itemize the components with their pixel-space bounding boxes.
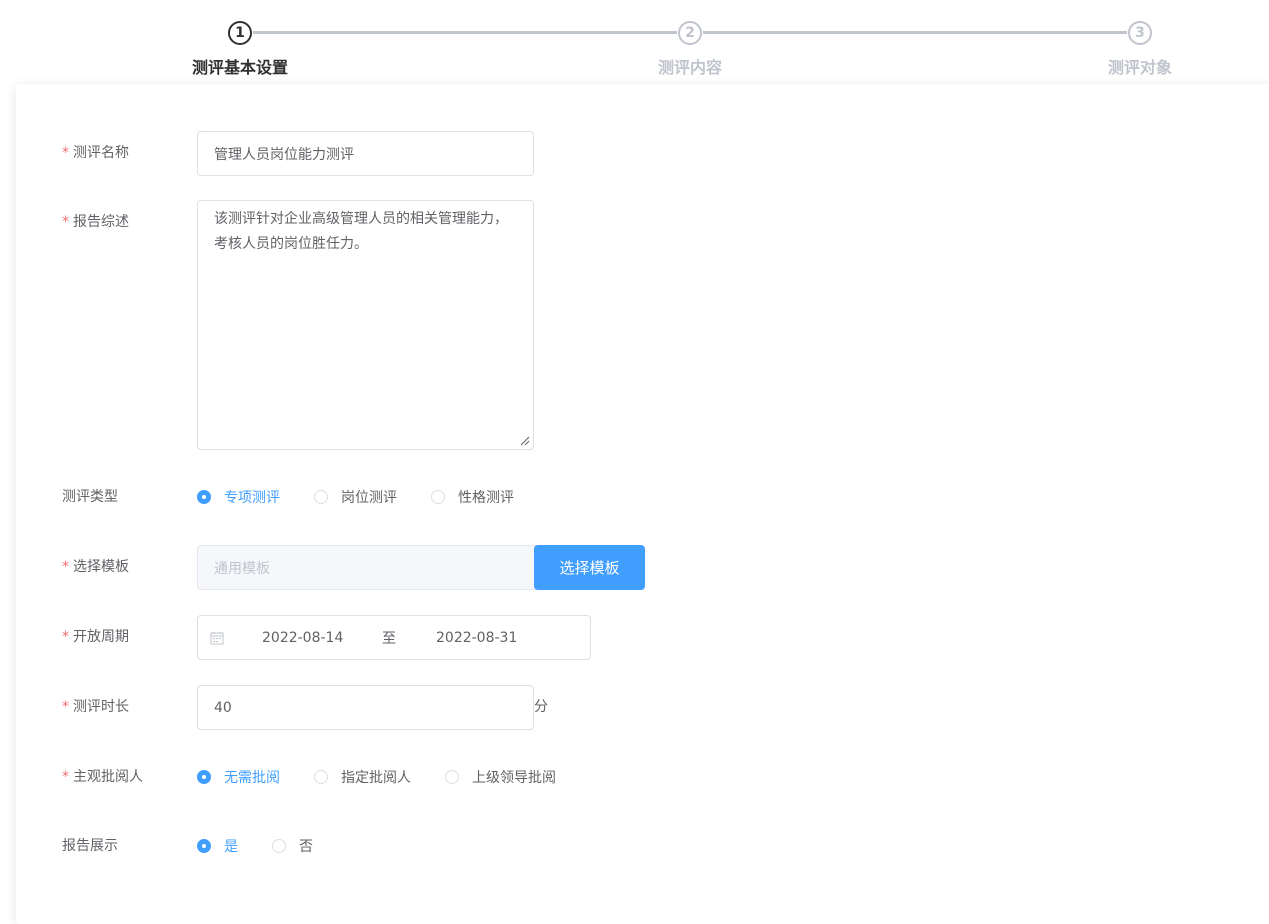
report-display-label: 报告展示 [62, 838, 118, 854]
calendar-icon [210, 631, 224, 644]
required-mark: * [62, 699, 69, 715]
step-2-circle: 2 [678, 21, 702, 45]
evaluation-name-input[interactable]: 管理人员岗位能力测评 [197, 131, 534, 176]
radio-special-evaluation[interactable]: 专项测评 [197, 487, 280, 507]
radio-no-review[interactable]: 无需批阅 [197, 767, 280, 787]
range-separator: 至 [382, 630, 396, 647]
radio-supervisor-review[interactable]: 上级领导批阅 [445, 767, 556, 787]
template-placeholder: 通用模板 [214, 560, 270, 577]
start-date-input[interactable]: 2022-08-14 [262, 630, 362, 646]
step-connector-2-3 [703, 31, 1127, 34]
form-card: * 测评名称 管理人员岗位能力测评 * 报告综述 该测评针对企业高级管理人员的相关管… [16, 84, 1269, 924]
template-label: * 选择模板 [62, 559, 129, 575]
step-1-circle: 1 [228, 21, 252, 45]
step-3-circle: 3 [1128, 21, 1152, 45]
required-mark: * [62, 145, 69, 161]
radio-no[interactable]: 否 [272, 836, 313, 856]
step-connector-1-2 [253, 31, 677, 34]
radio-dot [197, 490, 211, 504]
steps-bar: 1 2 3 测评基本设置 测评内容 测评对象 [0, 0, 1269, 84]
period-label: * 开放周期 [62, 629, 129, 645]
end-date-input[interactable]: 2022-08-31 [436, 630, 536, 646]
template-input: 通用模板 [197, 545, 536, 590]
resize-handle-icon[interactable] [520, 436, 530, 446]
duration-value: 40 [214, 699, 232, 716]
radio-dot [197, 839, 211, 853]
radio-dot [314, 770, 328, 784]
required-mark: * [62, 559, 69, 575]
evaluation-name-value: 管理人员岗位能力测评 [214, 146, 354, 163]
step-2-title: 测评内容 [657, 58, 722, 77]
radio-assigned-reviewer[interactable]: 指定批阅人 [314, 767, 411, 787]
radio-dot [445, 770, 459, 784]
name-label: * 测评名称 [62, 145, 129, 161]
summary-label: * 报告综述 [62, 214, 129, 230]
radio-yes[interactable]: 是 [197, 836, 238, 856]
required-mark: * [62, 214, 69, 230]
radio-dot [431, 490, 445, 504]
radio-dot [314, 490, 328, 504]
duration-input[interactable]: 40 [197, 685, 534, 730]
radio-personality-evaluation[interactable]: 性格测评 [431, 487, 514, 507]
date-range-picker[interactable]: 2022-08-14 至 2022-08-31 [197, 615, 591, 660]
required-mark: * [62, 769, 69, 785]
reviewer-label: * 主观批阅人 [62, 769, 143, 785]
reviewer-radio-group: 无需批阅 指定批阅人 上级领导批阅 [197, 767, 556, 787]
step-3-title: 测评对象 [1107, 58, 1172, 77]
report-display-radio-group: 是 否 [197, 836, 313, 856]
report-summary-textarea[interactable]: 该测评针对企业高级管理人员的相关管理能力，考核人员的岗位胜任力。 [197, 200, 534, 450]
select-template-button[interactable]: 选择模板 [534, 545, 645, 590]
report-summary-value: 该测评针对企业高级管理人员的相关管理能力，考核人员的岗位胜任力。 [214, 211, 508, 252]
step-1-title: 测评基本设置 [191, 58, 288, 77]
evaluation-type-radio-group: 专项测评 岗位测评 性格测评 [197, 487, 514, 507]
required-mark: * [62, 629, 69, 645]
radio-dot [197, 770, 211, 784]
radio-position-evaluation[interactable]: 岗位测评 [314, 487, 397, 507]
radio-dot [272, 839, 286, 853]
duration-unit: 分 [534, 699, 548, 715]
type-label: 测评类型 [62, 489, 118, 505]
duration-label: * 测评时长 [62, 699, 129, 715]
